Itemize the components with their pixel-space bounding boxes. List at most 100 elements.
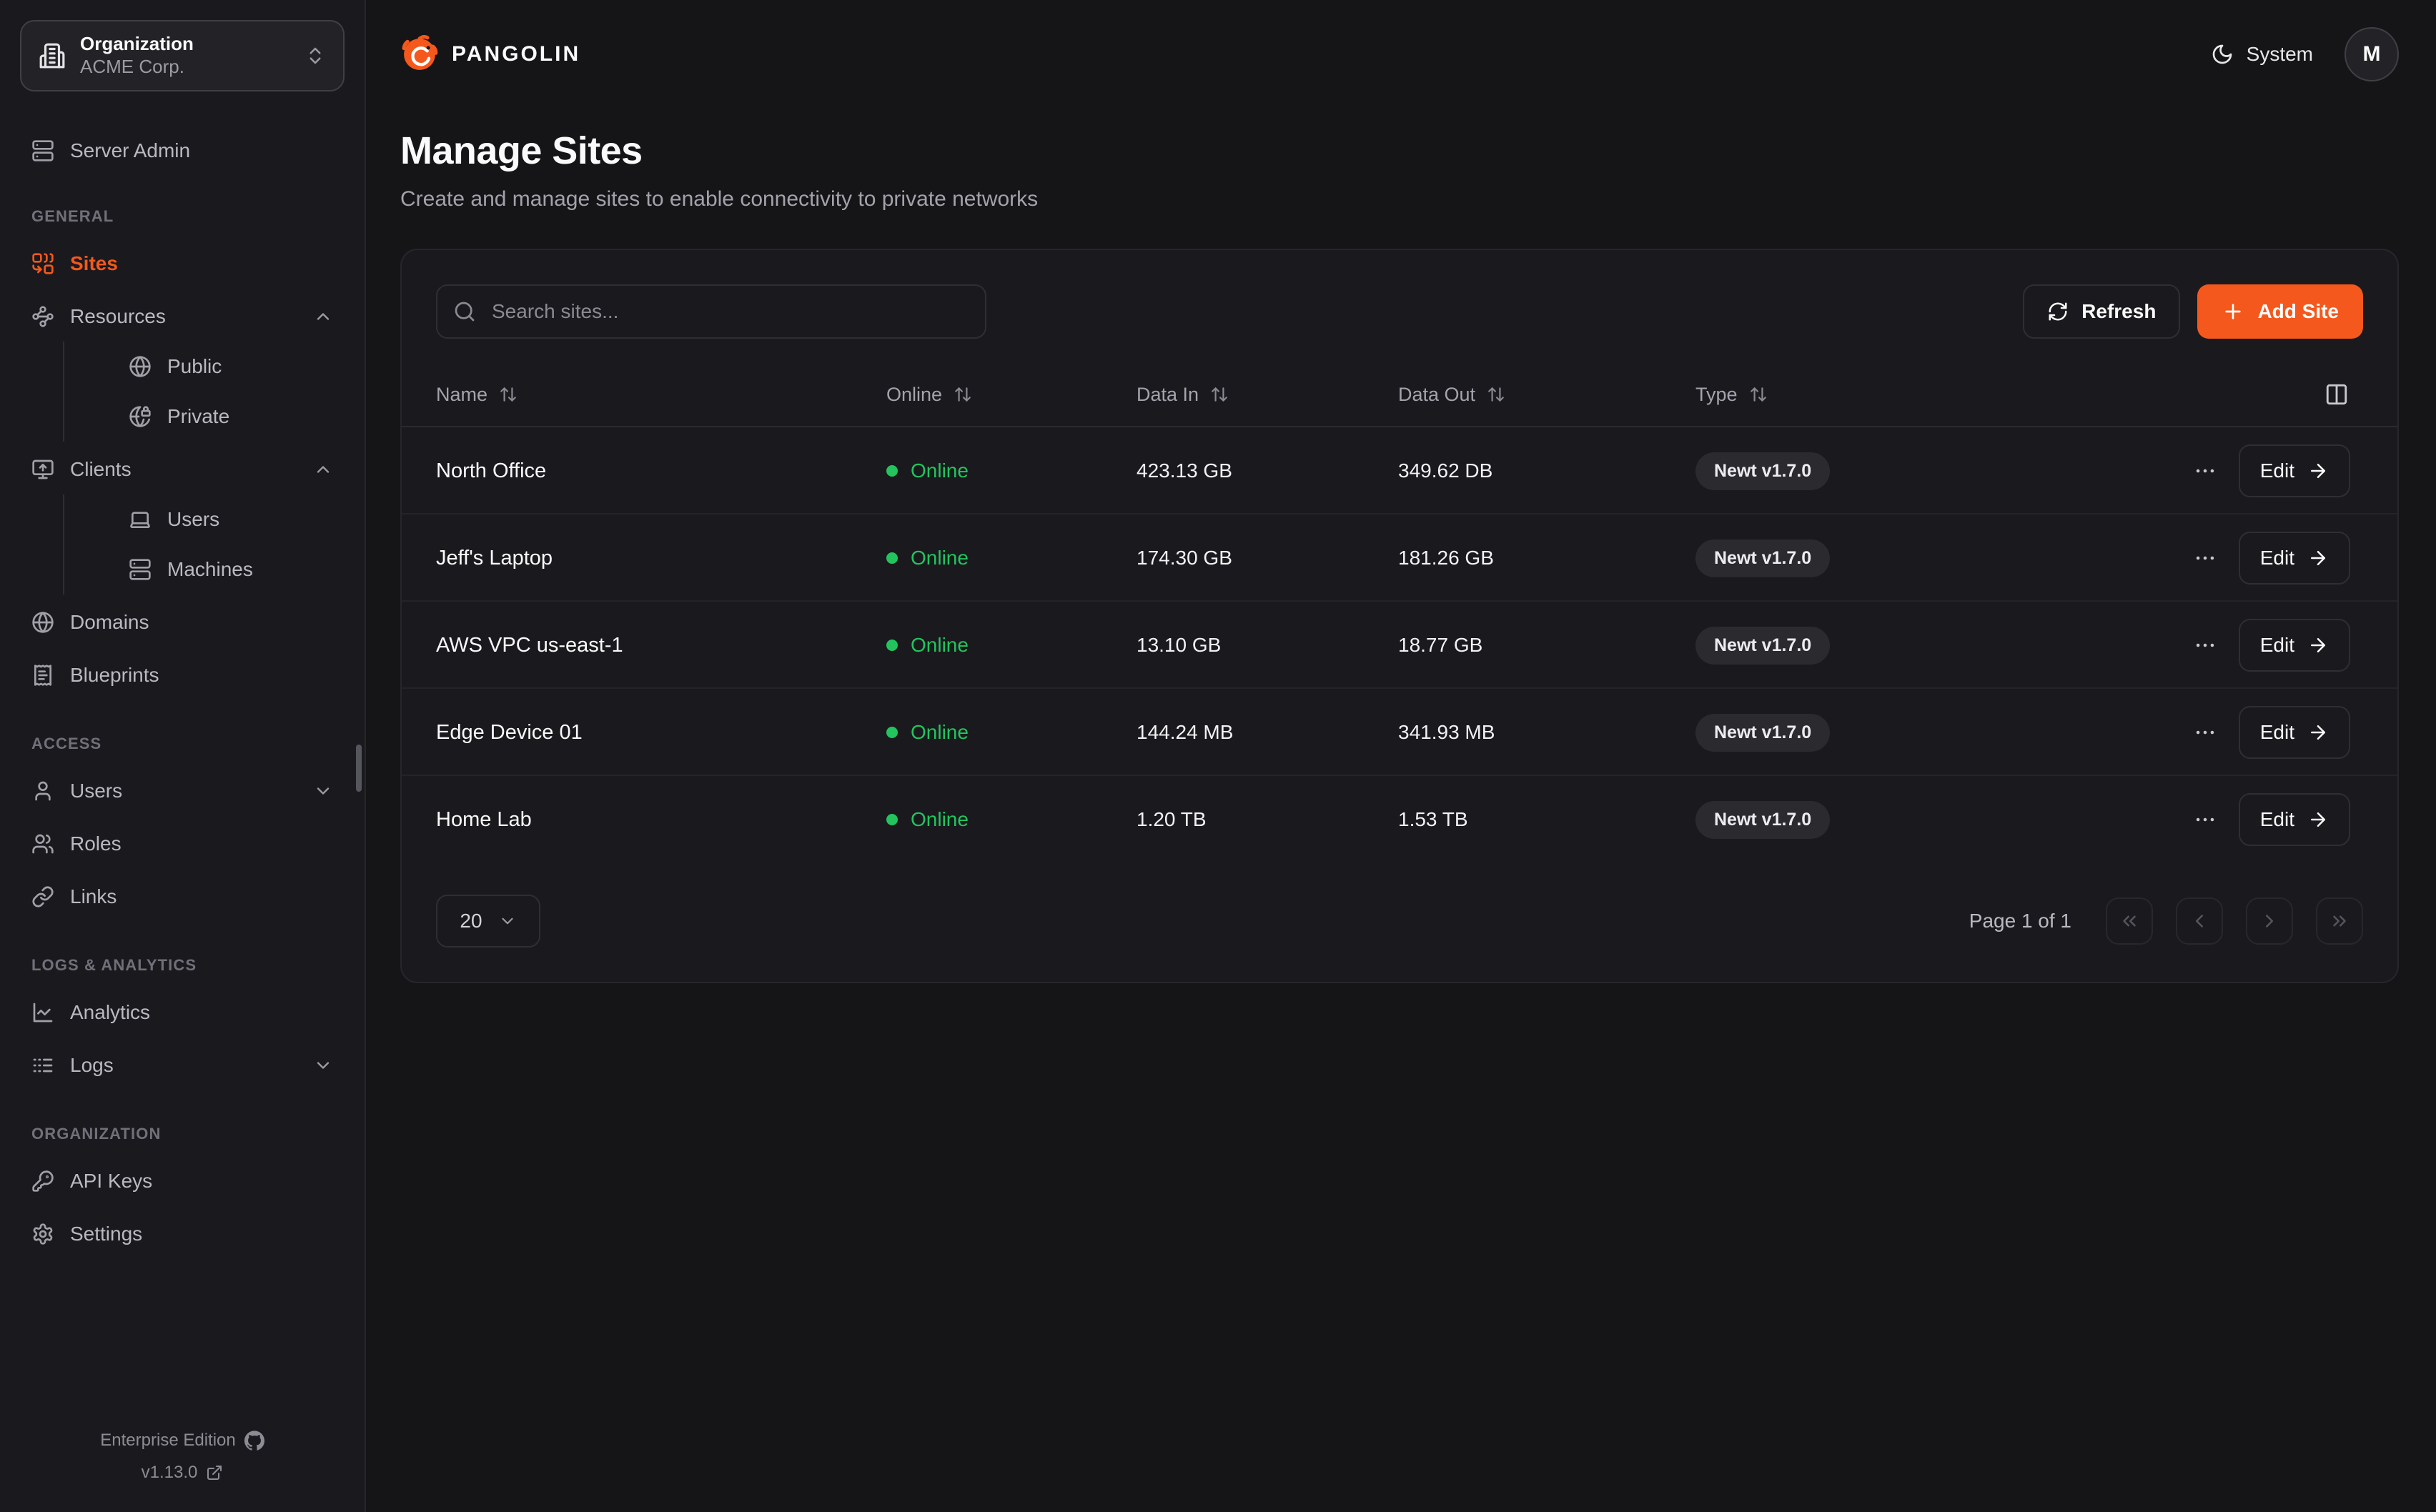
sidebar-item-machines[interactable]: Machines	[64, 544, 345, 595]
version-link[interactable]: v1.13.0	[142, 1456, 198, 1489]
brand-logo[interactable]: PANGOLIN	[400, 35, 580, 74]
column-header-online[interactable]: Online	[886, 384, 1137, 406]
ellipsis-icon	[2193, 720, 2217, 745]
row-menu-button[interactable]	[2193, 459, 2217, 483]
github-icon[interactable]	[244, 1431, 264, 1451]
edit-button[interactable]: Edit	[2239, 706, 2350, 759]
column-header-data-out[interactable]: Data Out	[1398, 384, 1695, 406]
ellipsis-icon	[2193, 546, 2217, 570]
column-header-type[interactable]: Type	[1695, 384, 2324, 406]
avatar-initial: M	[2363, 42, 2381, 66]
sites-card: Refresh Add Site NameOnlineData InData O…	[400, 249, 2399, 983]
section-label: ACCESS	[20, 735, 345, 753]
page-size-select[interactable]: 20	[436, 895, 540, 948]
pangolin-logo-icon	[400, 35, 439, 74]
org-switcher-value: ACME Corp.	[80, 56, 194, 78]
data-in-value: 174.30 GB	[1137, 547, 1398, 570]
type-cell: Newt v1.7.0	[1695, 539, 2193, 577]
topbar-right: System M	[2211, 27, 2399, 81]
row-menu-button[interactable]	[2193, 633, 2217, 657]
page-size-value: 20	[460, 910, 482, 932]
sidebar-item-blueprints[interactable]: Blueprints	[20, 650, 345, 700]
org-switcher-label: Organization	[80, 34, 194, 55]
search-input[interactable]	[436, 284, 986, 339]
sidebar-item-label: Blueprints	[70, 664, 159, 687]
column-header-label: Data Out	[1398, 384, 1475, 406]
sidebar-item-public[interactable]: Public	[64, 342, 345, 392]
sidebar-item-users[interactable]: Users	[64, 494, 345, 544]
sidebar-subitems: PublicPrivate	[63, 342, 345, 442]
sidebar-item-users[interactable]: Users	[20, 766, 345, 816]
refresh-icon	[2047, 301, 2069, 322]
sidebar-item-api-keys[interactable]: API Keys	[20, 1156, 345, 1206]
combine-icon	[31, 252, 54, 275]
chevrons-left-icon	[2119, 910, 2140, 932]
sidebar-item-clients[interactable]: Clients	[20, 444, 345, 494]
sidebar: Organization ACME Corp. Server AdminGENE…	[0, 0, 366, 1512]
sidebar-item-server-admin[interactable]: Server Admin	[20, 126, 345, 176]
sidebar-item-roles[interactable]: Roles	[20, 819, 345, 869]
sidebar-item-links[interactable]: Links	[20, 872, 345, 922]
main-content: PANGOLIN System M Manage Sites Create an…	[366, 0, 2436, 1512]
chart-line-icon	[31, 1001, 54, 1024]
add-site-button[interactable]: Add Site	[2197, 284, 2363, 339]
sidebar-item-sites[interactable]: Sites	[20, 239, 345, 289]
site-name: Home Lab	[436, 808, 886, 832]
pagination-right: Page 1 of 1	[1969, 897, 2363, 945]
row-menu-button[interactable]	[2193, 720, 2217, 745]
search-wrap	[436, 284, 986, 339]
external-link-icon[interactable]	[206, 1464, 223, 1481]
site-name: Edge Device 01	[436, 721, 886, 745]
edit-button[interactable]: Edit	[2239, 444, 2350, 497]
column-header-name[interactable]: Name	[436, 384, 886, 406]
sidebar-item-resources[interactable]: Resources	[20, 292, 345, 342]
sidebar-item-analytics[interactable]: Analytics	[20, 988, 345, 1038]
status-cell: Online	[886, 808, 1137, 831]
row-actions: Edit	[2193, 619, 2363, 672]
user-icon	[31, 780, 54, 802]
chevron-down-icon	[313, 1055, 333, 1075]
row-menu-button[interactable]	[2193, 807, 2217, 832]
sort-icon	[1487, 385, 1505, 404]
sidebar-item-domains[interactable]: Domains	[20, 597, 345, 647]
edit-button[interactable]: Edit	[2239, 532, 2350, 585]
prev-page-button[interactable]	[2176, 897, 2223, 945]
edit-button[interactable]: Edit	[2239, 619, 2350, 672]
theme-toggle[interactable]: System	[2211, 43, 2313, 66]
column-header-data-in[interactable]: Data In	[1137, 384, 1398, 406]
data-in-value: 144.24 MB	[1137, 721, 1398, 744]
sidebar-item-settings[interactable]: Settings	[20, 1209, 345, 1259]
sidebar-item-private[interactable]: Private	[64, 392, 345, 442]
edit-label: Edit	[2260, 721, 2294, 744]
waypoints-icon	[31, 305, 54, 328]
row-menu-button[interactable]	[2193, 546, 2217, 570]
globe-lock-icon	[129, 405, 152, 428]
refresh-button[interactable]: Refresh	[2023, 284, 2180, 339]
server-icon	[31, 139, 54, 162]
site-name: North Office	[436, 459, 886, 483]
app: Organization ACME Corp. Server AdminGENE…	[0, 0, 2436, 1512]
avatar[interactable]: M	[2345, 27, 2399, 81]
row-actions: Edit	[2193, 444, 2363, 497]
sidebar-item-logs[interactable]: Logs	[20, 1040, 345, 1090]
first-page-button[interactable]	[2106, 897, 2153, 945]
sidebar-item-label: Clients	[70, 458, 132, 481]
sidebar-item-label: Server Admin	[70, 139, 190, 162]
next-page-button[interactable]	[2246, 897, 2293, 945]
org-switcher[interactable]: Organization ACME Corp.	[20, 20, 345, 91]
arrow-right-icon	[2307, 547, 2329, 569]
refresh-label: Refresh	[2081, 300, 2156, 323]
page-title: Manage Sites	[400, 129, 2399, 173]
ellipsis-icon	[2193, 633, 2217, 657]
status-label: Online	[911, 634, 969, 657]
last-page-button[interactable]	[2316, 897, 2363, 945]
edit-label: Edit	[2260, 634, 2294, 657]
column-visibility-button[interactable]	[2324, 382, 2349, 407]
section-label: LOGS & ANALYTICS	[20, 956, 345, 975]
sidebar-scrollbar-thumb[interactable]	[356, 745, 362, 792]
chevron-down-icon	[313, 781, 333, 801]
edit-button[interactable]: Edit	[2239, 793, 2350, 846]
data-out-value: 341.93 MB	[1398, 721, 1695, 744]
receipt-icon	[31, 664, 54, 687]
status-cell: Online	[886, 547, 1137, 570]
